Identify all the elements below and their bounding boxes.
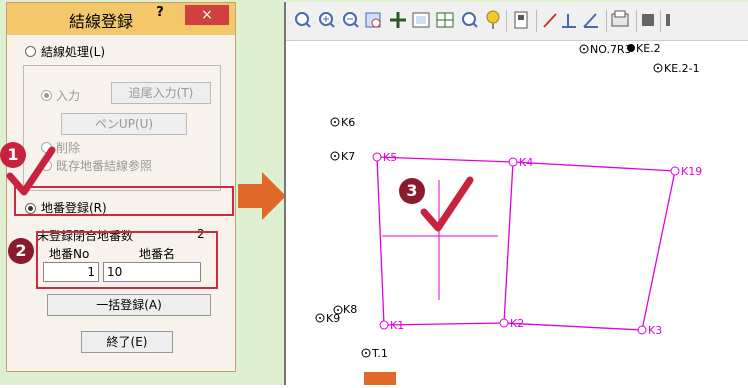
- angle-icon[interactable]: [583, 13, 598, 28]
- radio-input[interactable]: [41, 90, 52, 101]
- map-toolbar: [286, 2, 748, 41]
- svg-text:K7: K7: [341, 150, 355, 163]
- toolbar-separator-3: [606, 10, 607, 32]
- point-k19[interactable]: K19: [670, 165, 702, 178]
- zoom-icon[interactable]: [295, 12, 311, 28]
- radio-kessen-label: 結線処理(L): [41, 45, 106, 59]
- zoom-in-icon[interactable]: [319, 12, 335, 28]
- point-k7[interactable]: K7: [330, 150, 355, 163]
- more-icon[interactable]: [666, 14, 670, 26]
- toolbar-separator-4: [636, 10, 637, 32]
- toolbar-separator: [506, 10, 507, 32]
- svg-text:K9: K9: [326, 312, 340, 325]
- svg-text:K8: K8: [343, 303, 357, 316]
- zoom-fit-icon[interactable]: [365, 12, 381, 28]
- svg-text:K2: K2: [510, 317, 524, 330]
- point-k1[interactable]: K1: [379, 319, 404, 332]
- line-icon[interactable]: [543, 13, 557, 28]
- point-k9[interactable]: K9: [315, 312, 340, 325]
- help-button[interactable]: ?: [151, 5, 169, 25]
- svg-text:KE.2: KE.2: [636, 42, 661, 55]
- svg-text:K5: K5: [383, 151, 397, 164]
- point-k2[interactable]: K2: [499, 317, 524, 330]
- svg-text:NO.7R3: NO.7R3: [590, 43, 632, 56]
- radio-input-label: 入力: [56, 89, 81, 103]
- orange-marker: [364, 372, 396, 385]
- step-badge-1: 1: [0, 142, 26, 168]
- toolbar-icons: [295, 10, 670, 32]
- toolbar-separator-2: [536, 10, 537, 32]
- input-highlight-box: [36, 231, 218, 289]
- perpendicular-icon[interactable]: [562, 14, 576, 28]
- window-icon[interactable]: [412, 12, 430, 28]
- toolbar-separator-5: [660, 10, 661, 32]
- arrow-right-icon: [238, 172, 286, 220]
- grid-icon[interactable]: [436, 12, 454, 28]
- zoom-out-icon[interactable]: [343, 12, 359, 28]
- point-ke2-1[interactable]: KE.2-1: [653, 62, 700, 75]
- map-canvas[interactable]: NO.7R3 KE.2 KE.2-1 K6 K7 K8 K9 T.1 K5 K4…: [286, 40, 748, 385]
- penup-button[interactable]: ペンUP(U): [61, 113, 187, 135]
- pan-icon[interactable]: [390, 12, 406, 28]
- svg-text:KE.2-1: KE.2-1: [664, 62, 700, 75]
- parcel-polygon-left[interactable]: [376, 156, 514, 326]
- svg-text:K19: K19: [681, 165, 702, 178]
- print-icon[interactable]: [611, 10, 629, 27]
- parcel-polygon-right[interactable]: [503, 161, 676, 331]
- bulk-register-button[interactable]: 一括登録(A): [47, 294, 211, 316]
- radio-kessen[interactable]: [25, 46, 36, 57]
- map-window: NO.7R3 KE.2 KE.2-1 K6 K7 K8 K9 T.1 K5 K4…: [284, 2, 748, 385]
- close-button[interactable]: ×: [185, 5, 229, 25]
- point-t1[interactable]: T.1: [361, 347, 388, 360]
- svg-text:K3: K3: [648, 324, 662, 337]
- dialog-titlebar: 結線登録 ? ×: [7, 3, 235, 35]
- point-no7r3[interactable]: NO.7R3: [579, 43, 632, 56]
- device-icon[interactable]: [514, 11, 528, 29]
- step-badge-3: 3: [399, 178, 425, 204]
- point-ke2[interactable]: KE.2: [627, 42, 661, 55]
- tsubi-button[interactable]: 追尾入力(T): [111, 82, 211, 104]
- checkmark-icon-3: [420, 176, 474, 232]
- point-k6[interactable]: K6: [330, 116, 355, 129]
- map-drawing[interactable]: NO.7R3 KE.2 KE.2-1 K6 K7 K8 K9 T.1 K5 K4…: [286, 40, 748, 385]
- radio-ref-label: 既存地番結線参照: [56, 159, 153, 173]
- point-k3[interactable]: K3: [637, 324, 662, 337]
- end-button[interactable]: 終了(E): [81, 331, 173, 353]
- step-badge-2: 2: [8, 238, 34, 264]
- search-icon[interactable]: [462, 12, 478, 28]
- svg-text:K6: K6: [341, 116, 355, 129]
- svg-text:K1: K1: [390, 319, 404, 332]
- display-icon[interactable]: [642, 14, 654, 26]
- pin-icon[interactable]: [486, 10, 500, 29]
- svg-text:K4: K4: [519, 156, 533, 169]
- svg-text:T.1: T.1: [371, 347, 388, 360]
